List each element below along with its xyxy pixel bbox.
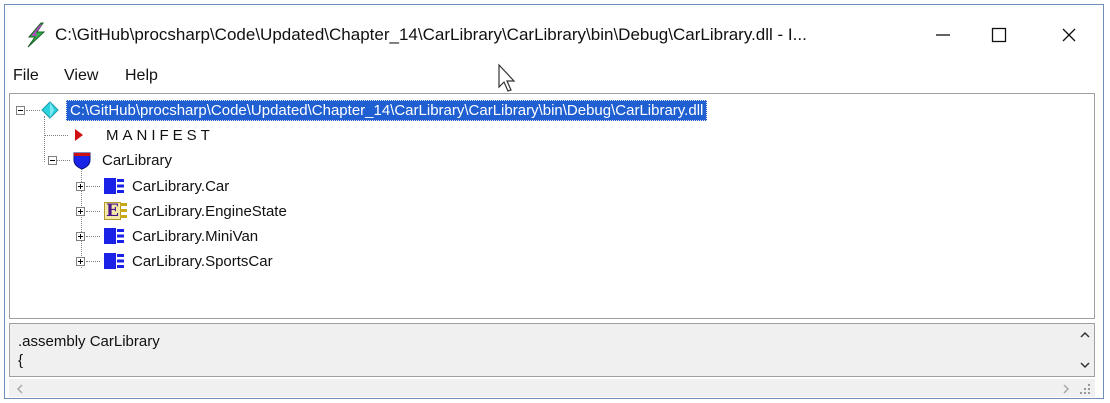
mouse-cursor-icon <box>498 63 516 92</box>
detail-text-pane[interactable]: .assembly CarLibrary { <box>9 323 1095 377</box>
close-button[interactable] <box>1041 15 1097 55</box>
tree-view[interactable]: C:\GitHub\procsharp\Code\Updated\Chapter… <box>9 93 1095 319</box>
menu-file[interactable]: File <box>13 67 39 85</box>
tree-label-type: CarLibrary.Car <box>132 177 230 195</box>
collapse-root-button[interactable] <box>16 106 25 115</box>
horizontal-scrollbar[interactable] <box>9 379 1095 397</box>
tree-connector <box>86 211 100 212</box>
expand-type-button[interactable] <box>76 207 85 216</box>
tree-node-type[interactable]: E CarLibrary.EngineState <box>102 200 287 222</box>
detail-line: .assembly CarLibrary <box>18 333 160 350</box>
class-icon <box>104 228 124 244</box>
expand-type-button[interactable] <box>76 232 85 241</box>
tree-label-type: CarLibrary.MiniVan <box>132 227 259 245</box>
menu-help[interactable]: Help <box>125 67 158 85</box>
app-lightning-icon <box>27 22 46 48</box>
maximize-icon <box>991 27 1007 43</box>
menu-view[interactable]: View <box>64 67 98 85</box>
scroll-left-icon[interactable] <box>15 383 25 395</box>
tree-node-type[interactable]: CarLibrary.SportsCar <box>102 250 273 272</box>
ildasm-window: C:\GitHub\procsharp\Code\Updated\Chapter… <box>4 4 1104 399</box>
assembly-diamond-icon <box>41 101 59 119</box>
manifest-triangle-icon <box>75 129 83 141</box>
namespace-shield-icon <box>73 152 91 170</box>
tree-label-root: C:\GitHub\procsharp\Code\Updated\Chapter… <box>66 99 708 121</box>
vertical-scrollbar[interactable] <box>1076 324 1094 376</box>
expand-type-button[interactable] <box>76 182 85 191</box>
tree-connector <box>86 261 100 262</box>
detail-line: { <box>18 352 24 369</box>
class-icon <box>104 253 124 269</box>
scroll-right-icon[interactable] <box>1061 383 1071 395</box>
minimize-icon <box>936 34 950 36</box>
tree-node-type[interactable]: CarLibrary.MiniVan <box>102 225 258 247</box>
tree-connector <box>86 236 100 237</box>
tree-label-namespace: CarLibrary <box>102 151 173 169</box>
tree-node-type[interactable]: CarLibrary.Car <box>102 175 229 197</box>
tree-node-manifest[interactable]: MANIFEST <box>72 124 214 146</box>
tree-node-root[interactable]: C:\GitHub\procsharp\Code\Updated\Chapter… <box>40 99 708 121</box>
enum-icon: E <box>102 201 128 221</box>
maximize-button[interactable] <box>971 15 1027 55</box>
resize-grip-icon[interactable] <box>1079 383 1091 395</box>
scroll-up-icon[interactable] <box>1079 330 1091 340</box>
title-bar[interactable]: C:\GitHub\procsharp\Code\Updated\Chapter… <box>5 5 1103 59</box>
tree-connector <box>26 110 40 111</box>
tree-connector <box>44 135 68 136</box>
tree-connector <box>56 160 70 161</box>
menu-bar: File View Help <box>5 59 1103 93</box>
expand-type-button[interactable] <box>76 257 85 266</box>
close-icon <box>1062 28 1076 42</box>
tree-node-namespace[interactable]: CarLibrary <box>72 149 172 171</box>
window-title: C:\GitHub\procsharp\Code\Updated\Chapter… <box>55 25 807 44</box>
tree-connector <box>86 186 100 187</box>
scroll-down-icon[interactable] <box>1079 360 1091 370</box>
class-icon <box>104 178 124 194</box>
tree-label-type: CarLibrary.SportsCar <box>132 252 273 270</box>
collapse-namespace-button[interactable] <box>48 156 57 165</box>
minimize-button[interactable] <box>915 15 971 55</box>
tree-label-manifest: MANIFEST <box>106 126 214 144</box>
tree-connector <box>44 116 45 162</box>
tree-label-type: CarLibrary.EngineState <box>132 202 287 220</box>
